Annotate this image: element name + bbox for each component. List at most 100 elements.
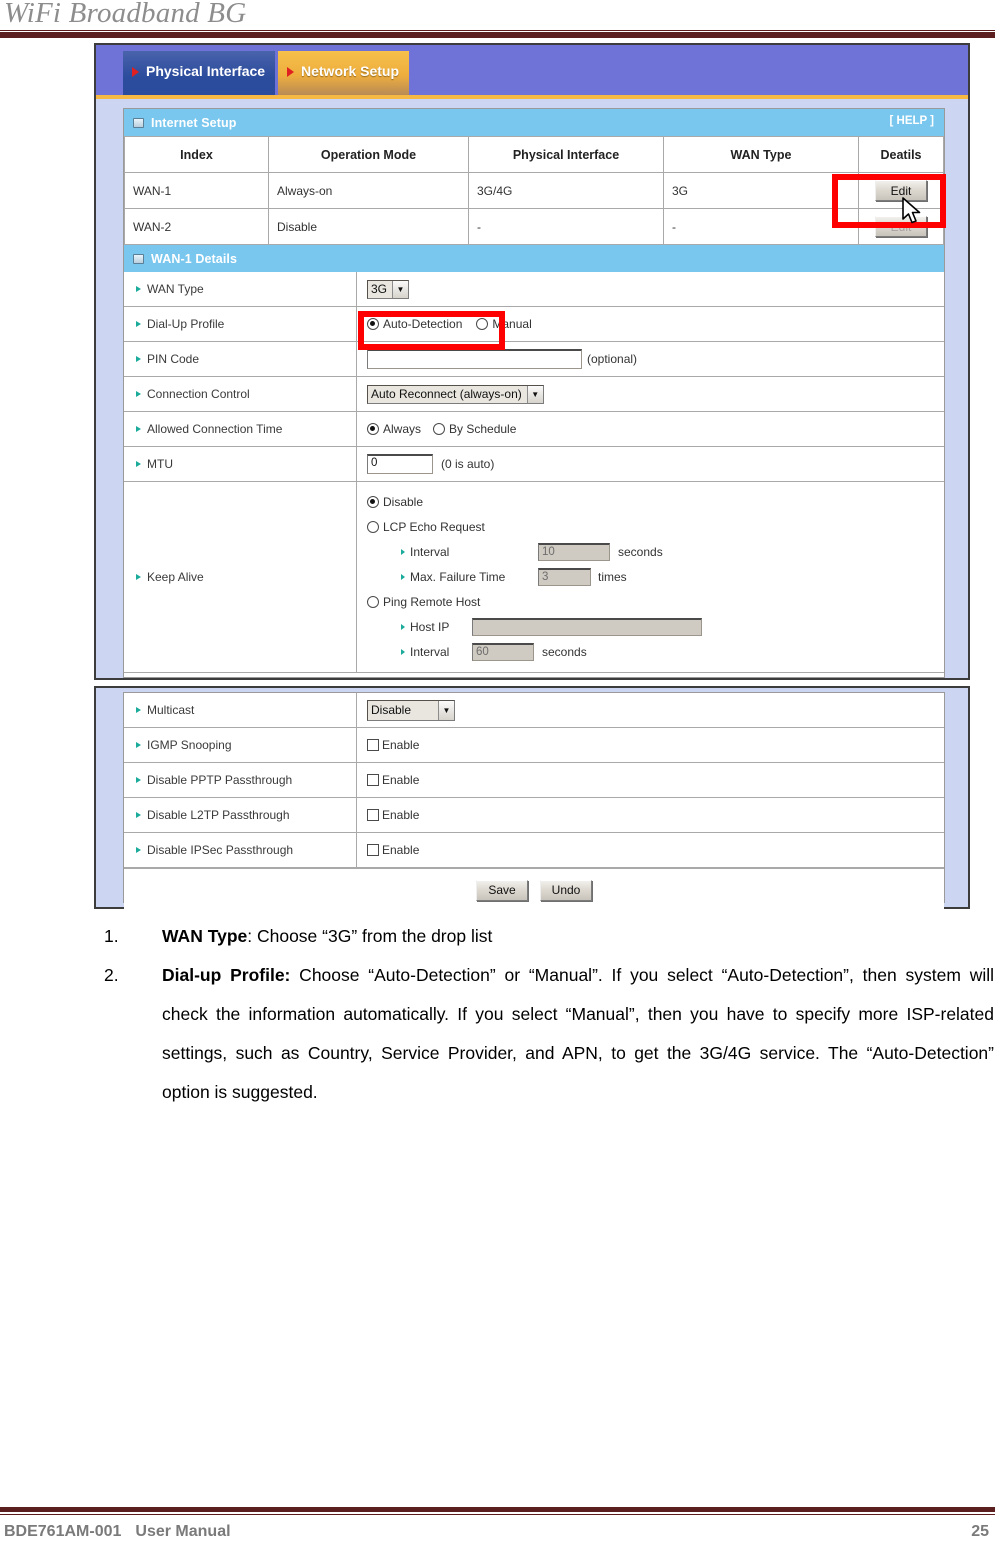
ping-host-ip-label: Host IP — [410, 619, 450, 634]
undo-button[interactable]: Undo — [540, 879, 592, 901]
lcp-interval-unit: seconds — [618, 544, 663, 559]
radio-auto-detection[interactable] — [367, 318, 379, 330]
label-disable-ipsec-text: Disable IPSec Passthrough — [147, 843, 294, 857]
radio-always-label: Always — [383, 422, 422, 436]
row-disable-l2tp-passthrough: Disable L2TP Passthrough Enable — [124, 798, 944, 833]
connection-control-select[interactable]: Auto Reconnect (always-on) ▼ — [367, 384, 544, 404]
table-header-row: Index Operation Mode Physical Interface … — [124, 136, 944, 173]
chevron-right-icon — [287, 67, 294, 77]
connection-control-select-value: Auto Reconnect (always-on) — [371, 387, 522, 401]
mtu-input[interactable]: 0 — [367, 454, 433, 474]
panel-background: Internet Setup [ HELP ] Index Operation … — [96, 99, 968, 678]
arrow-bullet-icon — [136, 812, 141, 818]
checkbox-disable-l2tp-label: Enable — [382, 808, 420, 822]
save-button[interactable]: Save — [476, 879, 528, 901]
footer-divider-thick — [0, 1507, 995, 1512]
internet-setup-table: Index Operation Mode Physical Interface … — [124, 136, 944, 245]
radio-by-schedule-label: By Schedule — [449, 422, 517, 436]
instruction-2-term: Dial-up Profile: — [162, 965, 291, 985]
multicast-select-value: Disable — [371, 703, 412, 717]
radio-keep-alive-disable[interactable] — [367, 495, 379, 508]
arrow-bullet-icon — [136, 356, 141, 362]
cell-wan-type: - — [663, 208, 859, 245]
instruction-item-2: 2. Dial-up Profile: Choose “Auto-Detectio… — [104, 956, 994, 1112]
form-action-bar: Save Undo — [124, 868, 944, 911]
row-dial-up-profile: Dial-Up Profile Auto-Detection Manual — [124, 307, 944, 342]
radio-lcp-echo-request[interactable] — [367, 520, 379, 533]
value-pin-code: (optional) — [357, 342, 944, 376]
arrow-bullet-icon — [136, 742, 141, 748]
instruction-1-text: : Choose “3G” from the drop list — [247, 926, 493, 946]
label-multicast: Multicast — [124, 693, 357, 727]
instruction-1-number: 1. — [104, 926, 119, 946]
lcp-max-failure-label: Max. Failure Time — [410, 569, 506, 584]
label-allowed-connection-time-text: Allowed Connection Time — [147, 422, 283, 436]
checkbox-igmp-snooping[interactable] — [367, 739, 379, 751]
radio-ping-remote-host[interactable] — [367, 595, 379, 608]
lcp-max-failure-unit: times — [598, 569, 627, 584]
ping-interval-input[interactable]: 60 — [472, 642, 534, 661]
table-row: WAN-1 Always-on 3G/4G 3G Edit — [124, 172, 944, 209]
panel-content: Multicast Disable ▼ IGMP Snooping Enable… — [123, 692, 945, 911]
label-wan-type: WAN Type — [124, 272, 357, 306]
checkbox-igmp-snooping-label: Enable — [382, 738, 420, 752]
row-keep-alive: Keep Alive Disable LCP Echo Request Inte… — [124, 482, 944, 673]
ping-host-ip-input[interactable] — [472, 617, 702, 636]
checkbox-disable-l2tp[interactable] — [367, 809, 379, 821]
cell-wan-type: 3G — [663, 172, 859, 209]
value-disable-l2tp: Enable — [357, 798, 944, 832]
row-mtu: MTU 0 (0 is auto) — [124, 447, 944, 482]
arrow-bullet-icon — [136, 847, 141, 853]
column-header-operation-mode: Operation Mode — [268, 136, 469, 173]
ping-interval-unit: seconds — [542, 644, 587, 659]
lcp-max-failure-input[interactable]: 3 — [538, 567, 591, 586]
checkbox-disable-pptp-label: Enable — [382, 773, 420, 787]
chevron-down-icon: ▼ — [392, 280, 409, 298]
chevron-right-icon — [132, 67, 139, 77]
instruction-list: 1. WAN Type: Choose “3G” from the drop li… — [104, 917, 994, 1112]
row-wan-type: WAN Type 3G ▼ — [124, 272, 944, 307]
arrow-bullet-icon — [136, 574, 141, 580]
tab-physical-interface[interactable]: Physical Interface — [123, 51, 276, 95]
value-multicast: Disable ▼ — [357, 693, 944, 727]
keep-alive-ping-host-ip: Host IP — [367, 614, 944, 639]
edit-button-wan1[interactable]: Edit — [875, 180, 927, 201]
instruction-item-1: 1. WAN Type: Choose “3G” from the drop li… — [104, 917, 994, 956]
router-admin-screenshot-top: Physical Interface Network Setup Interne… — [94, 43, 970, 680]
label-connection-control-text: Connection Control — [147, 387, 250, 401]
checkbox-disable-ipsec[interactable] — [367, 844, 379, 856]
keep-alive-lcp-interval: Interval 10 seconds — [367, 539, 944, 564]
pin-code-input[interactable] — [367, 349, 582, 369]
window-icon — [133, 117, 144, 128]
footer-document-id: BDE761AM-001 User Manual — [4, 1523, 231, 1541]
value-connection-control: Auto Reconnect (always-on) ▼ — [357, 377, 944, 411]
wan-type-select[interactable]: 3G ▼ — [367, 279, 410, 299]
label-allowed-connection-time: Allowed Connection Time — [124, 412, 357, 446]
panel-content: Internet Setup [ HELP ] Index Operation … — [123, 108, 945, 678]
label-keep-alive-text: Keep Alive — [147, 570, 204, 584]
label-dial-up-profile-text: Dial-Up Profile — [147, 317, 225, 331]
footer-model: BDE761AM-001 — [4, 1523, 122, 1540]
ping-interval-label: Interval — [410, 644, 450, 659]
header-divider-thin — [0, 30, 995, 31]
radio-always[interactable] — [367, 423, 379, 435]
cell-operation-mode: Always-on — [268, 172, 469, 209]
arrow-bullet-icon — [136, 286, 141, 292]
label-pin-code: PIN Code — [124, 342, 357, 376]
keep-alive-option-disable: Disable — [367, 489, 944, 514]
value-wan-type: 3G ▼ — [357, 272, 944, 306]
row-disable-pptp-passthrough: Disable PPTP Passthrough Enable — [124, 763, 944, 798]
arrow-bullet-icon — [136, 707, 141, 713]
label-disable-l2tp: Disable L2TP Passthrough — [124, 798, 357, 832]
label-disable-ipsec: Disable IPSec Passthrough — [124, 833, 357, 867]
checkbox-disable-pptp[interactable] — [367, 774, 379, 786]
multicast-select[interactable]: Disable ▼ — [367, 699, 455, 721]
lcp-interval-input[interactable]: 10 — [538, 542, 610, 561]
tab-network-setup[interactable]: Network Setup — [278, 51, 410, 95]
label-multicast-text: Multicast — [147, 703, 195, 717]
radio-by-schedule[interactable] — [433, 423, 446, 435]
radio-manual[interactable] — [476, 318, 489, 330]
label-keep-alive: Keep Alive — [124, 482, 357, 672]
label-mtu-text: MTU — [147, 457, 173, 471]
help-link[interactable]: [ HELP ] — [889, 115, 934, 127]
